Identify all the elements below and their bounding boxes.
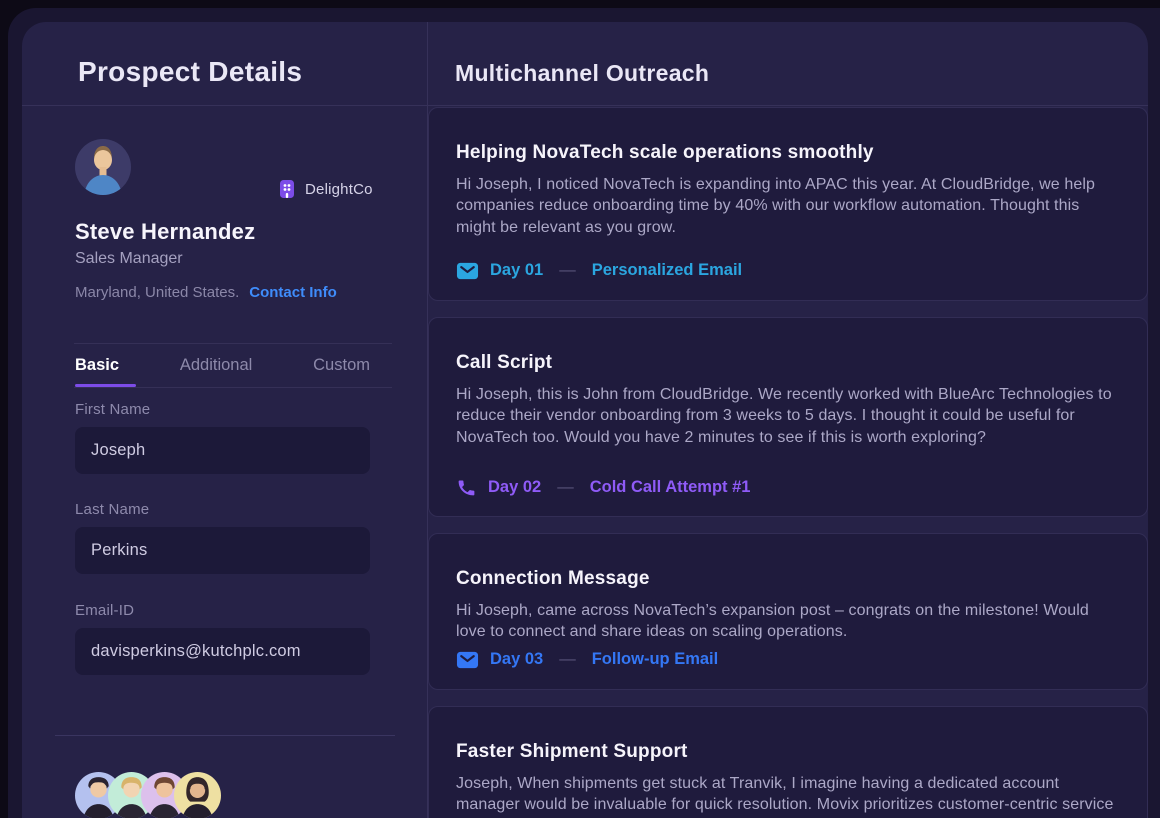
email-input[interactable] <box>75 628 370 675</box>
tab-custom[interactable]: Custom <box>313 356 370 375</box>
last-name-input[interactable] <box>75 527 370 574</box>
tabs-bottom-divider <box>74 387 392 388</box>
card-body: Hi Joseph, came across NovaTech’s expans… <box>456 600 1117 643</box>
company-name: DelightCo <box>305 181 373 198</box>
card-title: Connection Message <box>456 568 1117 590</box>
outreach-card-day-01[interactable]: Helping NovaTech scale operations smooth… <box>428 107 1148 301</box>
card-day: Day 03 <box>490 650 543 669</box>
phone-icon <box>456 477 477 498</box>
tab-additional[interactable]: Additional <box>180 356 252 375</box>
card-day: Day 01 <box>490 261 543 280</box>
card-channel: Cold Call Attempt #1 <box>590 478 751 497</box>
card-day: Day 02 <box>488 478 541 497</box>
outreach-card-4[interactable]: Faster Shipment Support Joseph, When shi… <box>428 706 1148 818</box>
card-title: Faster Shipment Support <box>456 741 1117 763</box>
person-photo-icon <box>174 772 221 818</box>
person-photo-icon <box>75 139 131 195</box>
building-icon <box>277 179 297 199</box>
footer-separator: — <box>559 261 576 280</box>
card-title: Helping NovaTech scale operations smooth… <box>456 142 1117 164</box>
prospect-details-title: Prospect Details <box>78 56 302 88</box>
company-badge: DelightCo <box>277 179 373 199</box>
left-bottom-divider <box>55 735 395 736</box>
footer-separator: — <box>559 650 576 669</box>
card-title: Call Script <box>456 352 1117 374</box>
card-footer[interactable]: Day 02 — Cold Call Attempt #1 <box>456 477 750 498</box>
prospect-role: Sales Manager <box>75 250 183 268</box>
prospect-avatar <box>75 139 131 195</box>
first-name-label: First Name <box>75 401 150 418</box>
email-icon <box>456 259 479 282</box>
outreach-card-day-02[interactable]: Call Script Hi Joseph, this is John from… <box>428 317 1148 517</box>
multichannel-outreach-title: Multichannel Outreach <box>455 60 709 87</box>
card-channel: Personalized Email <box>592 261 742 280</box>
tab-basic[interactable]: Basic <box>75 356 119 375</box>
outreach-card-day-03[interactable]: Connection Message Hi Joseph, came acros… <box>428 533 1148 690</box>
prospect-location: Maryland, United States. <box>75 284 239 301</box>
prospect-name: Steve Hernandez <box>75 219 255 245</box>
header-divider <box>22 105 1148 106</box>
outreach-card-list: Helping NovaTech scale operations smooth… <box>428 107 1148 818</box>
tabs-top-divider <box>74 343 392 344</box>
footer-separator: — <box>557 478 574 497</box>
card-body: Joseph, When shipments get stuck at Tran… <box>456 773 1117 818</box>
location-row: Maryland, United States. Contact Info <box>75 284 337 301</box>
team-avatar[interactable] <box>174 772 221 818</box>
email-label: Email-ID <box>75 602 134 619</box>
last-name-label: Last Name <box>75 501 149 518</box>
card-channel: Follow-up Email <box>592 650 719 669</box>
first-name-input[interactable] <box>75 427 370 474</box>
tabs-row: Basic Additional Custom <box>75 356 370 375</box>
card-footer[interactable]: Day 03 — Follow-up Email <box>456 648 718 671</box>
card-body: Hi Joseph, I noticed NovaTech is expandi… <box>456 174 1117 238</box>
contact-info-link[interactable]: Contact Info <box>249 284 337 301</box>
card-body: Hi Joseph, this is John from CloudBridge… <box>456 384 1117 448</box>
active-tab-underline <box>75 384 136 387</box>
team-avatar-group <box>75 772 221 818</box>
card-footer[interactable]: Day 01 — Personalized Email <box>456 259 742 282</box>
email-icon <box>456 648 479 671</box>
